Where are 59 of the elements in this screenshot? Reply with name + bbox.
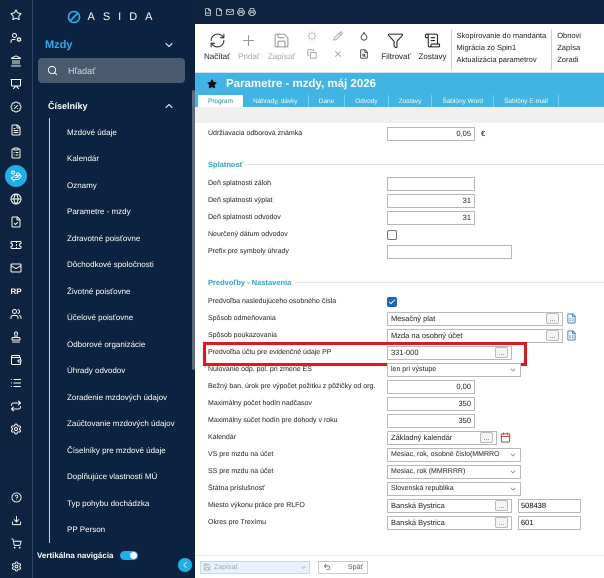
nav-item[interactable]: Kalendár (50, 146, 195, 172)
nav-item[interactable]: Doplňujúce vlastnosti MÚ (50, 464, 195, 490)
nav-item[interactable]: Úhrady odvodov (50, 358, 195, 384)
checkbox[interactable] (387, 296, 397, 306)
group-title[interactable]: Číselníky (48, 101, 88, 111)
page-title: Parametre - mzdy, máj 2026 (226, 78, 376, 90)
reports-button[interactable]: Zostavy (414, 30, 451, 63)
logo-icon (67, 10, 82, 24)
close-icon[interactable] (333, 49, 344, 59)
droplet-icon[interactable] (359, 31, 370, 41)
nav-item[interactable]: Typ pohybu dochádzka (50, 490, 195, 516)
chevron-down-icon (300, 564, 307, 570)
nav-item[interactable]: Zdravotné poisťovne (50, 225, 195, 252)
reload-button[interactable]: Načítať (200, 30, 234, 63)
nav-item[interactable]: Zaúčtovanie mzdových údajov (50, 410, 195, 437)
nav-item[interactable]: Číselníky pre mzdové údaje (50, 437, 195, 464)
search-field[interactable]: Hľadať (66, 64, 166, 76)
add-record-icon[interactable] (566, 313, 577, 324)
nav-item[interactable]: Odborové organizácie (50, 331, 195, 358)
nav-item[interactable]: Oznamy (50, 172, 195, 198)
collapse-button[interactable] (178, 558, 192, 572)
mail-icon[interactable] (226, 8, 234, 16)
pencil-icon[interactable] (333, 31, 344, 41)
search-icon (47, 65, 58, 76)
logo-text: ASIDA (87, 11, 160, 23)
filter-icon (387, 32, 404, 49)
save-icon (273, 32, 290, 49)
printer-icon[interactable] (248, 8, 256, 16)
nav-item[interactable]: Účelové poisťovne (50, 304, 195, 331)
undo-icon (323, 563, 331, 571)
filter-button[interactable]: Filtrovať (377, 30, 415, 63)
spinner-icon[interactable] (307, 31, 318, 41)
spreadsheet-icon[interactable] (204, 8, 212, 16)
nav-item[interactable]: Zoradenie mzdových údajov (50, 384, 195, 410)
rail-item[interactable]: RP (5, 280, 27, 302)
nav-item[interactable]: Dôchodkové spoločnosti (50, 252, 195, 278)
document-list-icon (424, 32, 442, 49)
hand-coins-icon[interactable] (5, 165, 27, 187)
nav-item[interactable]: Životné poisťovne (50, 278, 195, 304)
number-field[interactable] (387, 176, 475, 190)
document-search-icon[interactable] (359, 49, 370, 59)
search-box[interactable]: Hľadať (38, 58, 185, 83)
toggle-label: Vertikálna navigácia (37, 551, 114, 560)
nav-item[interactable]: Mzdové údaje (50, 119, 195, 146)
module-title[interactable]: Mzdy (45, 39, 72, 51)
add-record-icon[interactable] (566, 330, 577, 341)
checkbox[interactable] (387, 230, 397, 240)
document-icon[interactable] (215, 8, 223, 16)
nav-item[interactable]: Parametre - mzdy (50, 198, 195, 225)
star-icon[interactable] (207, 79, 217, 89)
calendar-icon[interactable] (500, 432, 511, 443)
input-field[interactable] (387, 244, 512, 258)
copy-icon[interactable] (307, 49, 318, 59)
refresh-icon (208, 32, 226, 49)
toggle-switch[interactable] (120, 551, 138, 560)
printer-icon[interactable] (237, 8, 245, 16)
scrollbar[interactable] (192, 90, 195, 370)
save-icon (203, 563, 211, 571)
nav-item[interactable]: PP Person (50, 516, 195, 543)
